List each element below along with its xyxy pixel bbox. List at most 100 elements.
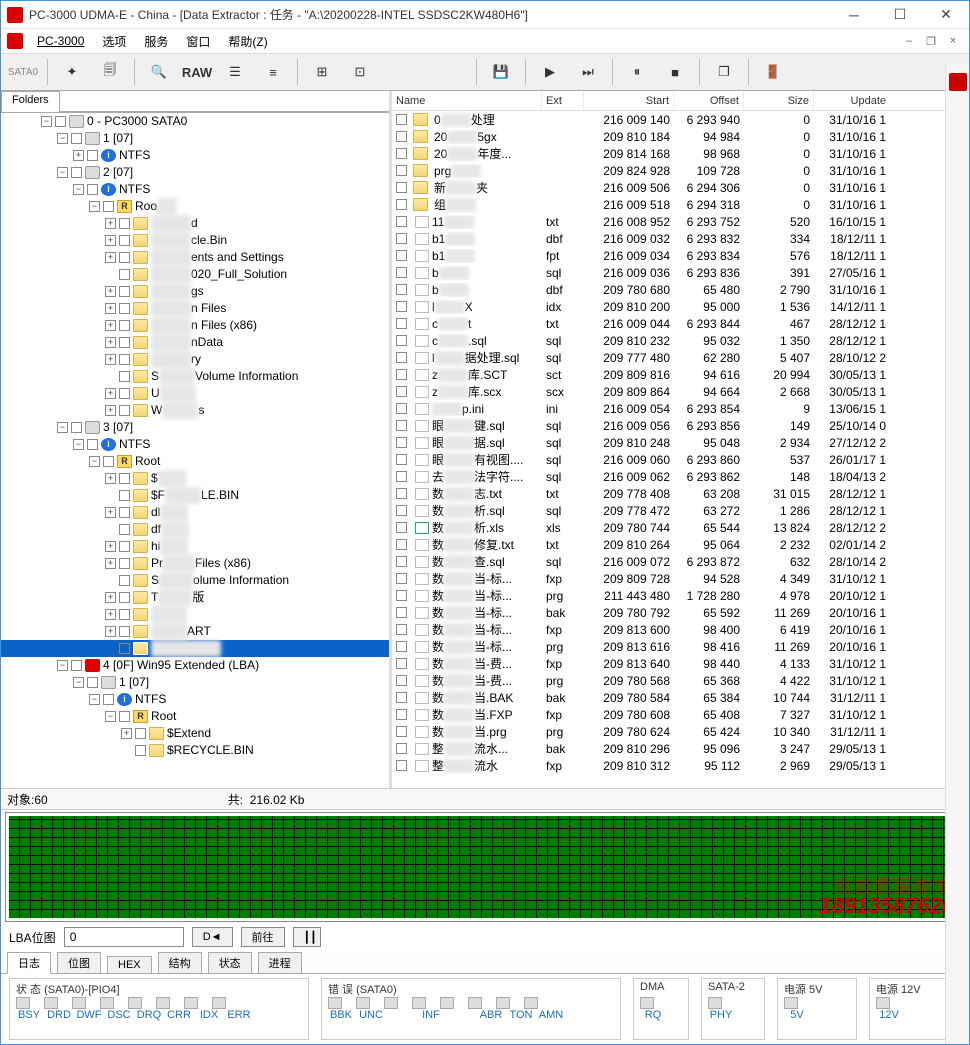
file-row[interactable]: 20 年度...209 814 16898 968031/10/16 1: [392, 145, 969, 162]
node-checkbox[interactable]: [119, 269, 130, 280]
row-checkbox[interactable]: [396, 522, 407, 533]
expand-toggle[interactable]: [105, 643, 116, 654]
file-row[interactable]: 数 当-标...prg211 443 4801 728 2804 97820/1…: [392, 587, 969, 604]
node-checkbox[interactable]: [119, 286, 130, 297]
node-checkbox[interactable]: [135, 745, 146, 756]
mdi-close-button[interactable]: ×: [943, 33, 963, 49]
file-row[interactable]: 数 当.BAKbak209 780 58465 38410 74431/12/1…: [392, 689, 969, 706]
row-checkbox[interactable]: [396, 352, 407, 363]
folder-tree[interactable]: −0 - PC3000 SATA0−1 [07]+iNTFS−2 [07]−iN…: [1, 113, 389, 788]
tree-node[interactable]: + ART: [1, 623, 389, 640]
tree-node[interactable]: + gs: [1, 283, 389, 300]
tree-node[interactable]: −0 - PC3000 SATA0: [1, 113, 389, 130]
tree-node[interactable]: +$: [1, 470, 389, 487]
row-checkbox[interactable]: [396, 403, 407, 414]
col-ext[interactable]: Ext: [542, 91, 584, 110]
node-checkbox[interactable]: [103, 456, 114, 467]
tab-process[interactable]: 进程: [258, 952, 302, 974]
raw-button[interactable]: RAW: [179, 57, 215, 87]
node-checkbox[interactable]: [71, 660, 82, 671]
tree-node[interactable]: $F LE.BIN: [1, 487, 389, 504]
expand-toggle[interactable]: +: [105, 609, 116, 620]
node-checkbox[interactable]: [119, 643, 130, 654]
file-row[interactable]: 数 查.sqlsql216 009 0726 293 87263228/10/1…: [392, 553, 969, 570]
row-checkbox[interactable]: [396, 114, 407, 125]
row-checkbox[interactable]: [396, 505, 407, 516]
tree-node[interactable]: $RECYCLE.BIN: [1, 742, 389, 759]
expand-toggle[interactable]: [105, 490, 116, 501]
row-checkbox[interactable]: [396, 641, 407, 652]
tree-node[interactable]: +U: [1, 385, 389, 402]
file-row[interactable]: 眼 有视图....sql216 009 0606 293 86053726/01…: [392, 451, 969, 468]
file-row[interactable]: b1 dbf216 009 0326 293 83233418/12/11 1: [392, 230, 969, 247]
tree-node[interactable]: −iNTFS: [1, 181, 389, 198]
tree-node[interactable]: + cle.Bin: [1, 232, 389, 249]
row-checkbox[interactable]: [396, 709, 407, 720]
file-row[interactable]: 20 5gx209 810 18494 984031/10/16 1: [392, 128, 969, 145]
tree-node[interactable]: df: [1, 521, 389, 538]
tree-node[interactable]: −iNTFS: [1, 436, 389, 453]
file-row[interactable]: 数 析.sqlsql209 778 47263 2721 28628/12/12…: [392, 502, 969, 519]
file-row[interactable]: 数 当.FXPfxp209 780 60865 4087 32731/10/12…: [392, 706, 969, 723]
row-checkbox[interactable]: [396, 607, 407, 618]
tree-node[interactable]: +dl: [1, 504, 389, 521]
tree-node[interactable]: +W s: [1, 402, 389, 419]
file-row[interactable]: c ttxt216 009 0446 293 84446728/12/12 1: [392, 315, 969, 332]
row-checkbox[interactable]: [396, 182, 407, 193]
tree-node[interactable]: + d: [1, 215, 389, 232]
tree-node[interactable]: −2 [07]: [1, 164, 389, 181]
expand-toggle[interactable]: −: [57, 167, 68, 178]
expand-toggle[interactable]: +: [105, 235, 116, 246]
tree-node[interactable]: +$Extend: [1, 725, 389, 742]
node-checkbox[interactable]: [119, 218, 130, 229]
node-checkbox[interactable]: [119, 490, 130, 501]
expand-toggle[interactable]: −: [57, 422, 68, 433]
tree-node[interactable]: + n Files (x86): [1, 317, 389, 334]
row-checkbox[interactable]: [396, 539, 407, 550]
expand-toggle[interactable]: [105, 371, 116, 382]
menu-options[interactable]: 选项: [94, 31, 134, 52]
file-row[interactable]: 数 当-标...fxp209 813 60098 4006 41920/10/1…: [392, 621, 969, 638]
file-row[interactable]: prg 209 824 928109 728031/10/16 1: [392, 162, 969, 179]
sata-port-button[interactable]: SATA0: [5, 57, 41, 87]
sector-map[interactable]: ▲ ▼ 盘首数据恢复 18913587620: [5, 812, 965, 922]
expand-toggle[interactable]: −: [73, 184, 84, 195]
file-row[interactable]: 数 当.prgprg209 780 62465 42410 34031/12/1…: [392, 723, 969, 740]
lba-mark-button[interactable]: D◄: [192, 927, 233, 947]
node-checkbox[interactable]: [119, 592, 130, 603]
col-start[interactable]: Start: [584, 91, 674, 110]
node-checkbox[interactable]: [119, 473, 130, 484]
file-row[interactable]: 数 志.txttxt209 778 40863 20831 01528/12/1…: [392, 485, 969, 502]
mdi-minimize-button[interactable]: –: [899, 33, 919, 49]
expand-toggle[interactable]: +: [105, 592, 116, 603]
row-checkbox[interactable]: [396, 488, 407, 499]
file-row[interactable]: 新 夹216 009 5066 294 306031/10/16 1: [392, 179, 969, 196]
file-row[interactable]: b sql216 009 0366 293 83639127/05/16 1: [392, 264, 969, 281]
file-row[interactable]: 去 法字符....sql216 009 0626 293 86214818/04…: [392, 468, 969, 485]
tab-struct[interactable]: 结构: [158, 952, 202, 974]
pause-icon[interactable]: ⏸: [619, 57, 655, 87]
node-checkbox[interactable]: [119, 575, 130, 586]
tree-node[interactable]: + ry: [1, 351, 389, 368]
expand-toggle[interactable]: [105, 269, 116, 280]
expand-toggle[interactable]: +: [105, 558, 116, 569]
maximize-button[interactable]: ☐: [877, 1, 923, 29]
tab-hex[interactable]: HEX: [107, 956, 152, 974]
menu-window[interactable]: 窗口: [178, 31, 218, 52]
tree-node[interactable]: + n Files: [1, 300, 389, 317]
tab-bitmap[interactable]: 位图: [57, 952, 101, 974]
tree-icon-2[interactable]: ⊡: [342, 57, 378, 87]
lba-go-button[interactable]: 前往: [241, 927, 285, 947]
col-update[interactable]: Update: [814, 91, 894, 110]
tree-node[interactable]: S Volume Information: [1, 368, 389, 385]
node-checkbox[interactable]: [119, 371, 130, 382]
file-row[interactable]: b1 fpt216 009 0346 293 83457618/12/11 1: [392, 247, 969, 264]
row-checkbox[interactable]: [396, 301, 407, 312]
file-row[interactable]: 整 流水...bak209 810 29695 0963 24729/05/13…: [392, 740, 969, 757]
node-checkbox[interactable]: [71, 133, 82, 144]
row-checkbox[interactable]: [396, 743, 407, 754]
row-checkbox[interactable]: [396, 437, 407, 448]
row-checkbox[interactable]: [396, 165, 407, 176]
file-row[interactable]: 11 txt216 008 9526 293 75252016/10/15 1: [392, 213, 969, 230]
node-checkbox[interactable]: [119, 541, 130, 552]
